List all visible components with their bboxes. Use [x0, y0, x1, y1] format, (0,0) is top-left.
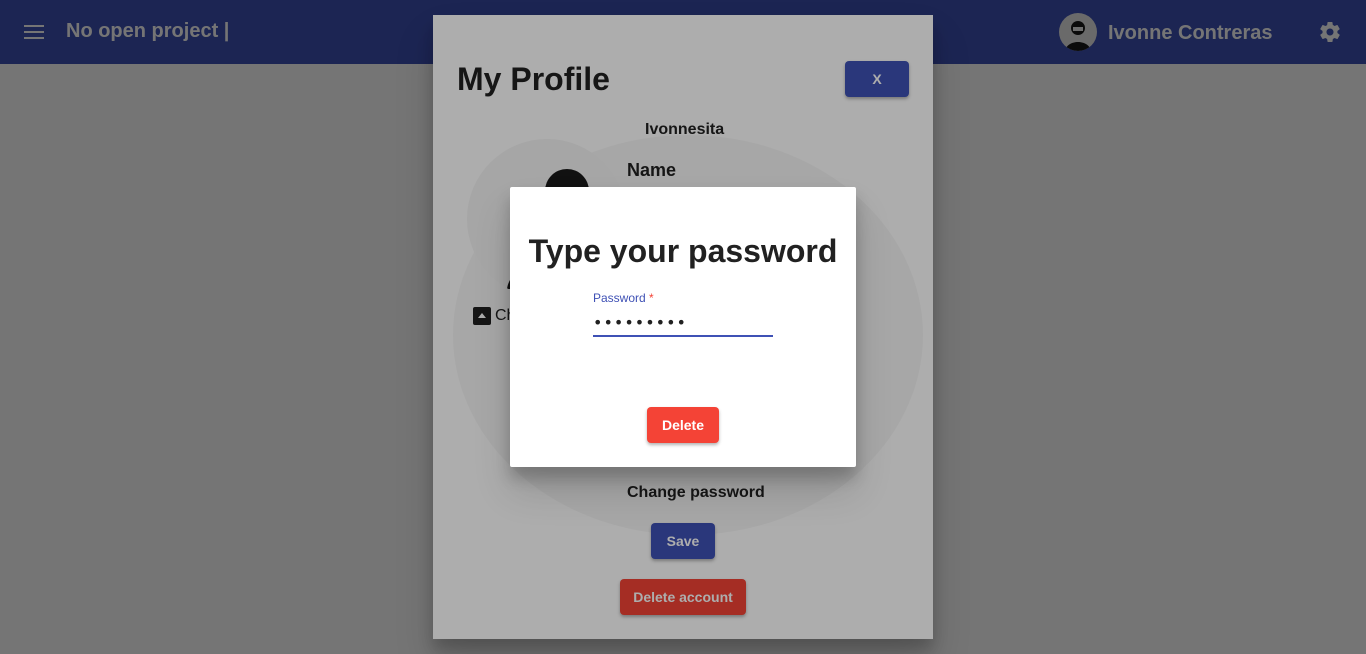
delete-button[interactable]: Delete — [647, 407, 719, 443]
password-field-label: Password * — [593, 291, 654, 305]
password-label-text: Password — [593, 291, 646, 305]
password-input[interactable] — [593, 309, 773, 337]
password-dialog-title: Type your password — [528, 233, 838, 269]
password-dialog: Type your password Password * Delete — [510, 187, 856, 467]
required-mark: * — [649, 291, 654, 305]
